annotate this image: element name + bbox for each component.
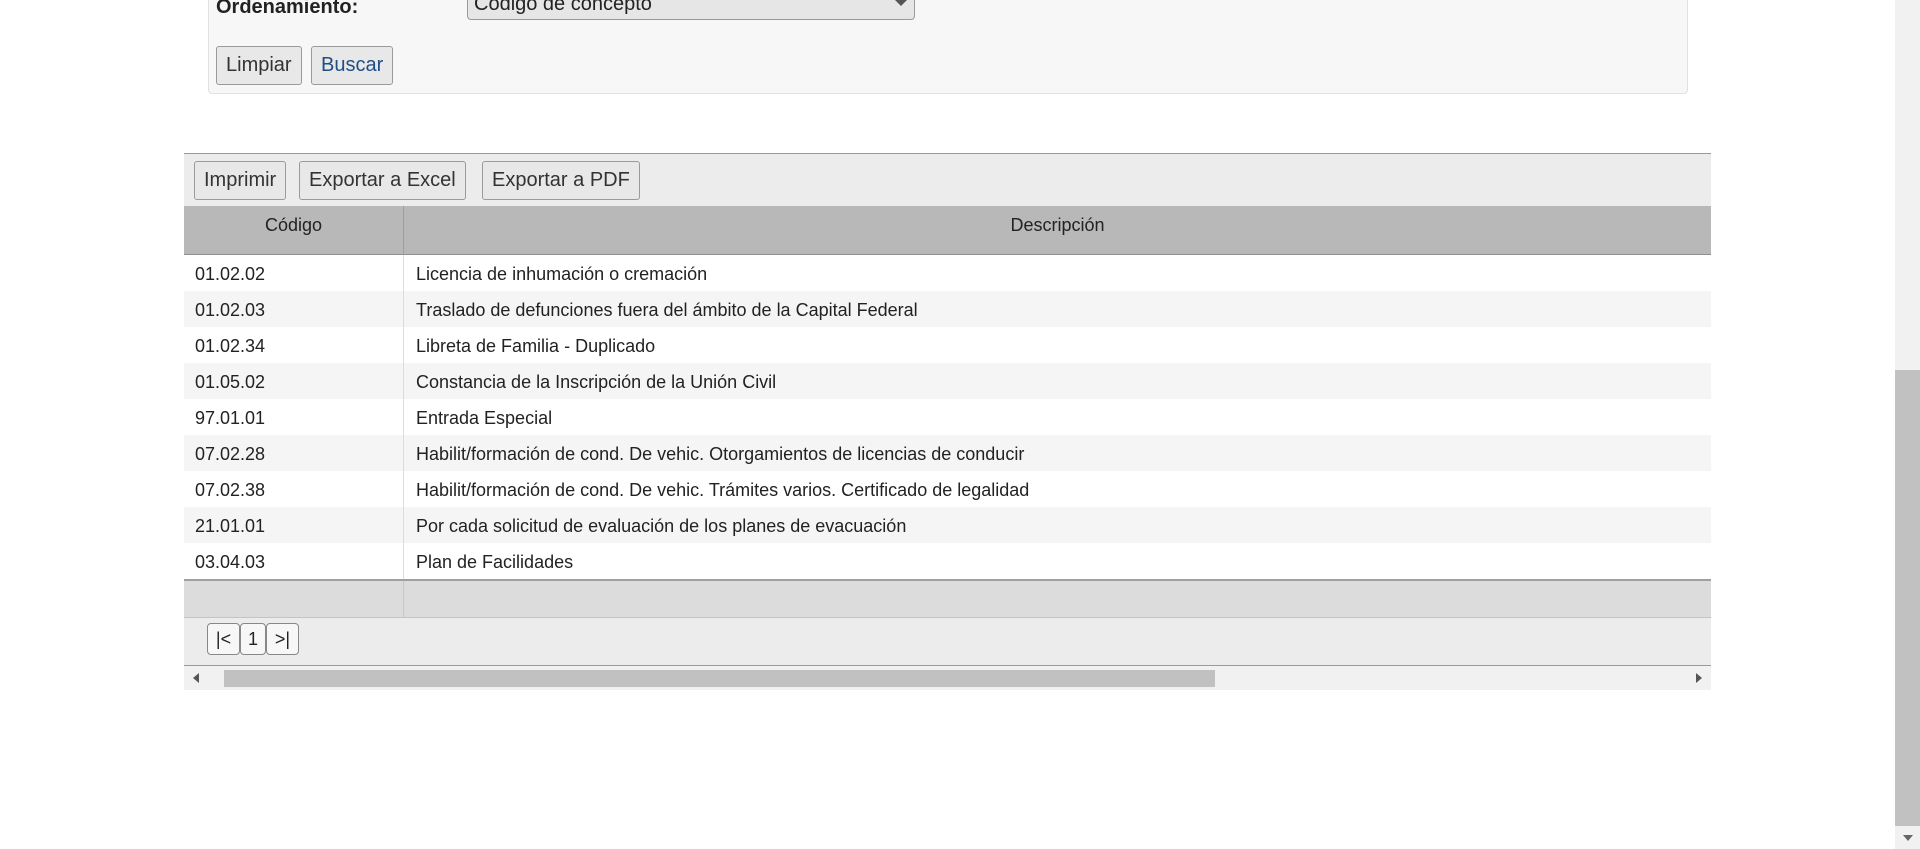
cell-description: Licencia de inhumación o cremación — [416, 264, 708, 284]
clear-button[interactable]: Limpiar — [216, 46, 302, 85]
table-row[interactable]: 01.02.02 Licencia de inhumación o cremac… — [184, 255, 1711, 291]
horizontal-scroll-thumb[interactable] — [224, 670, 1215, 687]
export-excel-button[interactable]: Exportar a Excel — [299, 161, 466, 200]
cell-code: 01.02.34 — [195, 336, 266, 356]
chevron-down-icon — [894, 0, 908, 6]
table-footer — [184, 579, 1711, 618]
cell-description: Plan de Facilidades — [416, 552, 574, 572]
search-button[interactable]: Buscar — [311, 46, 394, 85]
scroll-down-icon[interactable] — [1903, 835, 1913, 841]
cell-code: 97.01.01 — [195, 408, 266, 428]
horizontal-scrollbar[interactable] — [184, 665, 1711, 690]
cell-code: 01.05.02 — [195, 372, 266, 392]
order-label: Ordenamiento: — [216, 0, 359, 18]
table-header: Código Descripción — [184, 206, 1711, 255]
page-number-button[interactable]: 1 — [240, 623, 266, 655]
table-row[interactable]: 97.01.01 Entrada Especial — [184, 399, 1711, 435]
last-page-button[interactable]: >| — [266, 623, 299, 655]
cell-description: Por cada solicitud de evaluación de los … — [416, 516, 907, 536]
cell-description: Constancia de la Inscripción de la Unión… — [416, 372, 777, 392]
cell-code: 01.02.02 — [195, 264, 266, 284]
print-button[interactable]: Imprimir — [194, 161, 287, 200]
table-body: 01.02.02 Licencia de inhumación o cremac… — [184, 255, 1711, 579]
cell-code: 07.02.38 — [195, 480, 266, 500]
order-select[interactable]: Código de concepto — [467, 0, 915, 20]
table-row[interactable]: 07.02.38 Habilit/formación de cond. De v… — [184, 471, 1711, 507]
cell-description: Libreta de Familia - Duplicado — [416, 336, 656, 356]
table-row[interactable]: 01.05.02 Constancia de la Inscripción de… — [184, 363, 1711, 399]
column-header-description[interactable]: Descripción — [404, 206, 1711, 255]
column-header-code[interactable]: Código — [184, 206, 403, 255]
cell-description: Habilit/formación de cond. De vehic. Trá… — [416, 480, 1030, 500]
cell-code: 03.04.03 — [195, 552, 266, 572]
scroll-right-icon[interactable] — [1696, 673, 1702, 683]
column-divider — [403, 581, 404, 618]
vertical-scrollbar[interactable] — [1895, 0, 1920, 849]
cell-code: 21.01.01 — [195, 516, 266, 536]
first-page-button[interactable]: |< — [207, 623, 240, 655]
table-row[interactable]: 01.02.34 Libreta de Familia - Duplicado — [184, 327, 1711, 363]
cell-description: Traslado de defunciones fuera del ámbito… — [416, 300, 918, 320]
column-divider — [403, 255, 404, 579]
table-row[interactable]: 21.01.01 Por cada solicitud de evaluació… — [184, 507, 1711, 543]
filter-panel — [208, 0, 1688, 94]
vertical-scroll-thumb[interactable] — [1895, 370, 1920, 826]
pager-bar — [184, 618, 1711, 665]
cell-description: Habilit/formación de cond. De vehic. Oto… — [416, 444, 1025, 464]
cell-code: 07.02.28 — [195, 444, 266, 464]
cell-code: 01.02.03 — [195, 300, 266, 320]
table-row[interactable]: 03.04.03 Plan de Facilidades — [184, 543, 1711, 579]
export-pdf-button[interactable]: Exportar a PDF — [482, 161, 640, 200]
table-row[interactable]: 07.02.28 Habilit/formación de cond. De v… — [184, 435, 1711, 471]
cell-description: Entrada Especial — [416, 408, 553, 428]
scroll-left-icon[interactable] — [193, 673, 199, 683]
table-row[interactable]: 01.02.03 Traslado de defunciones fuera d… — [184, 291, 1711, 327]
order-select-value: Código de concepto — [474, 0, 652, 15]
